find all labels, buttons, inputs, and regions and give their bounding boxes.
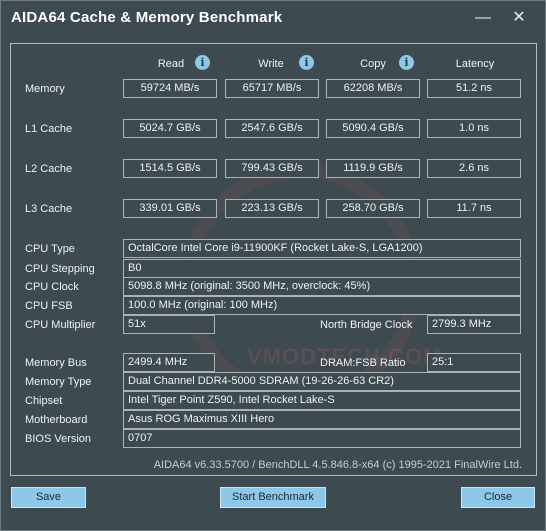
- l2-write-value: 799.43 GB/s: [225, 159, 319, 178]
- l1-read-value: 5024.7 GB/s: [123, 119, 217, 138]
- l1-write-value: 2547.6 GB/s: [225, 119, 319, 138]
- l1-latency-value: 1.0 ns: [427, 119, 521, 138]
- memory-copy-value: 62208 MB/s: [326, 79, 420, 98]
- cpu-fsb-label: CPU FSB: [25, 300, 73, 312]
- version-footer: AIDA64 v6.33.5700 / BenchDLL 4.5.846.8-x…: [153, 459, 522, 471]
- bios-version-label: BIOS Version: [25, 433, 92, 445]
- cpu-type-value: OctalCore Intel Core i9-11900KF (Rocket …: [123, 239, 521, 258]
- memory-read-value: 59724 MB/s: [123, 79, 217, 98]
- cpu-stepping-label: CPU Stepping: [25, 263, 95, 275]
- start-benchmark-button[interactable]: Start Benchmark: [220, 487, 326, 508]
- close-button-label: Close: [483, 491, 513, 503]
- memory-bus-label: Memory Bus: [25, 357, 87, 369]
- motherboard-value: Asus ROG Maximus XIII Hero: [123, 410, 521, 429]
- memory-type-label: Memory Type: [25, 376, 92, 388]
- cpu-type-label: CPU Type: [25, 243, 75, 255]
- row-label-l2: L2 Cache: [25, 163, 73, 175]
- cpu-multiplier-label: CPU Multiplier: [25, 319, 96, 331]
- chipset-value: Intel Tiger Point Z590, Intel Rocket Lak…: [123, 391, 521, 410]
- cpu-clock-value: 5098.8 MHz (original: 3500 MHz, overcloc…: [123, 277, 521, 296]
- memory-latency-value: 51.2 ns: [427, 79, 521, 98]
- motherboard-label: Motherboard: [25, 414, 88, 426]
- benchmark-window: AIDA64 Cache & Memory Benchmark — ✕ VMOD…: [0, 0, 546, 531]
- l3-write-value: 223.13 GB/s: [225, 199, 319, 218]
- save-button-label: Save: [35, 491, 62, 503]
- cpu-fsb-value: 100.0 MHz (original: 100 MHz): [123, 296, 521, 315]
- chipset-label: Chipset: [25, 395, 63, 407]
- start-benchmark-label: Start Benchmark: [232, 491, 314, 503]
- l2-copy-value: 1119.9 GB/s: [326, 159, 420, 178]
- north-bridge-value: 2799.3 MHz: [427, 315, 521, 334]
- bios-version-value: 0707: [123, 429, 521, 448]
- minimize-icon[interactable]: —: [469, 7, 497, 29]
- write-info-icon[interactable]: i: [299, 55, 314, 70]
- close-icon[interactable]: ✕: [505, 7, 533, 29]
- l2-latency-value: 2.6 ns: [427, 159, 521, 178]
- memory-type-value: Dual Channel DDR4-5000 SDRAM (19-26-26-6…: [123, 372, 521, 391]
- north-bridge-label: North Bridge Clock: [320, 319, 413, 331]
- title-bar: AIDA64 Cache & Memory Benchmark — ✕: [1, 1, 545, 37]
- read-info-icon[interactable]: i: [195, 55, 210, 70]
- l1-copy-value: 5090.4 GB/s: [326, 119, 420, 138]
- memory-write-value: 65717 MB/s: [225, 79, 319, 98]
- window-title: AIDA64 Cache & Memory Benchmark: [11, 9, 283, 26]
- dram-ratio-label: DRAM:FSB Ratio: [320, 357, 406, 369]
- row-label-l3: L3 Cache: [25, 203, 73, 215]
- results-panel: VMODTECH.COM Read i Write i Copy i Laten…: [10, 43, 537, 476]
- cpu-stepping-value: B0: [123, 259, 521, 278]
- close-button[interactable]: Close: [461, 487, 535, 508]
- row-label-memory: Memory: [25, 83, 65, 95]
- row-label-l1: L1 Cache: [25, 123, 73, 135]
- memory-bus-value: 2499.4 MHz: [123, 353, 215, 372]
- l3-read-value: 339.01 GB/s: [123, 199, 217, 218]
- cpu-clock-label: CPU Clock: [25, 281, 79, 293]
- cpu-multiplier-value: 51x: [123, 315, 215, 334]
- copy-info-icon[interactable]: i: [399, 55, 414, 70]
- l3-latency-value: 11.7 ns: [427, 199, 521, 218]
- l2-read-value: 1514.5 GB/s: [123, 159, 217, 178]
- l3-copy-value: 258.70 GB/s: [326, 199, 420, 218]
- save-button[interactable]: Save: [11, 487, 86, 508]
- dram-ratio-value: 25:1: [427, 353, 521, 372]
- header-latency: Latency: [455, 58, 495, 70]
